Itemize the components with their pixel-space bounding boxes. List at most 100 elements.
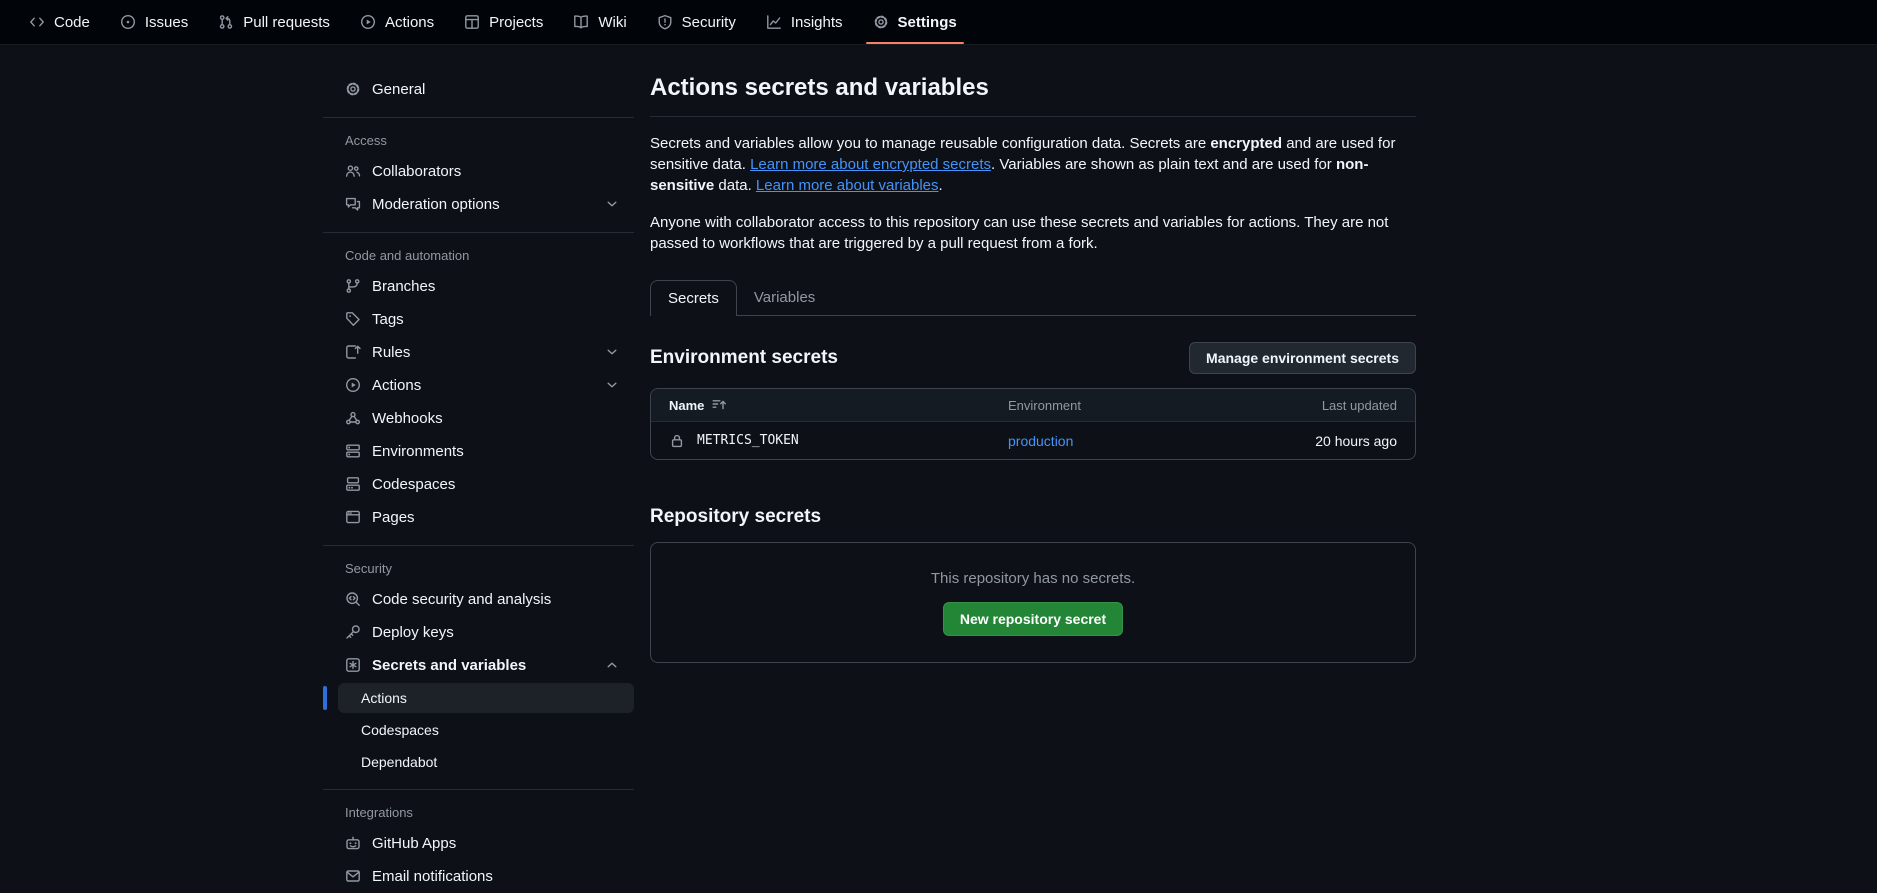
collaborator-note: Anyone with collaborator access to this … [650, 212, 1416, 254]
manage-environment-secrets-button[interactable]: Manage environment secrets [1189, 342, 1416, 374]
tab-secrets[interactable]: Secrets [650, 280, 737, 316]
intro-text: data. [714, 177, 756, 194]
sidebar-item-collaborators[interactable]: Collaborators [323, 155, 634, 187]
table-header: NameEnvironmentLast updated [651, 389, 1415, 421]
play-icon [360, 14, 376, 30]
sidebar-item-label: Codespaces [372, 476, 455, 493]
environment-link[interactable]: production [1008, 433, 1073, 449]
nav-tab-actions[interactable]: Actions [345, 0, 449, 44]
graph-icon [766, 14, 782, 30]
comment-discussion-icon [345, 196, 361, 212]
codescan-icon [345, 591, 361, 607]
sidebar-item-pages[interactable]: Pages [323, 501, 634, 533]
sidebar-item-moderation-options[interactable]: Moderation options [323, 188, 634, 220]
sidebar-subitem-actions[interactable]: Actions [338, 683, 634, 713]
webhook-icon [345, 410, 361, 426]
sidebar-item-deploy-keys[interactable]: Deploy keys [323, 616, 634, 648]
sidebar-subitem-label: Codespaces [361, 722, 439, 738]
nav-tab-label: Security [682, 14, 736, 31]
column-header-environment: Environment [1008, 398, 1322, 413]
nav-tab-label: Actions [385, 14, 434, 31]
sidebar-item-github-apps[interactable]: GitHub Apps [323, 827, 634, 859]
sidebar-item-label: Branches [372, 278, 435, 295]
sidebar-section-label: Security [323, 561, 634, 576]
sidebar-item-code-security-and-analysis[interactable]: Code security and analysis [323, 583, 634, 615]
environment-secrets-table: NameEnvironmentLast updated METRICS_TOKE… [650, 388, 1416, 460]
nav-tab-settings[interactable]: Settings [858, 0, 972, 44]
sidebar-item-label: Actions [372, 377, 421, 394]
new-repository-secret-button[interactable]: New repository secret [943, 602, 1123, 636]
nav-tab-label: Wiki [598, 14, 626, 31]
table-row: METRICS_TOKENproduction20 hours ago [651, 421, 1415, 459]
sidebar-divider [323, 545, 634, 546]
repository-secrets-header: Repository secrets [650, 506, 1416, 528]
empty-state-message: This repository has no secrets. [931, 570, 1135, 587]
sidebar-item-actions[interactable]: Actions [323, 369, 634, 401]
gear-icon [345, 81, 361, 97]
sidebar-item-secrets-and-variables[interactable]: Secrets and variables [323, 649, 634, 681]
sidebar-item-label: Environments [372, 443, 464, 460]
settings-sidebar: General Access Collaborators Moderation opt… [323, 72, 634, 893]
nav-tab-issues[interactable]: Issues [105, 0, 203, 44]
sidebar-item-label: Deploy keys [372, 624, 454, 641]
nav-tab-label: Issues [145, 14, 188, 31]
repo-tab-nav: Code Issues Pull requests Actions Projects Wi… [0, 0, 1877, 45]
nav-tab-wiki[interactable]: Wiki [558, 0, 641, 44]
settings-layout: General Access Collaborators Moderation opt… [0, 45, 1877, 893]
git-branch-icon [345, 278, 361, 294]
nav-tab-label: Pull requests [243, 14, 330, 31]
play-icon [345, 377, 361, 393]
sidebar-divider [323, 789, 634, 790]
learn-more-link[interactable]: Learn more about variables [756, 177, 939, 194]
lock-icon [669, 433, 685, 449]
server-icon [345, 443, 361, 459]
learn-more-link[interactable]: Learn more about encrypted secrets [750, 156, 991, 173]
shield-icon [657, 14, 673, 30]
sidebar-item-label: General [372, 81, 425, 98]
intro-text: . [939, 177, 943, 194]
sidebar-item-webhooks[interactable]: Webhooks [323, 402, 634, 434]
sidebar-item-label: Rules [372, 344, 410, 361]
sidebar-item-label: Code security and analysis [372, 591, 551, 608]
intro-paragraph: Secrets and variables allow you to manag… [650, 133, 1416, 196]
sidebar-item-label: Moderation options [372, 196, 500, 213]
repository-secrets-heading: Repository secrets [650, 506, 821, 528]
sidebar-item-general[interactable]: General [323, 73, 634, 105]
nav-tab-pull-requests[interactable]: Pull requests [203, 0, 345, 44]
nav-tab-label: Code [54, 14, 90, 31]
nav-tab-label: Insights [791, 14, 843, 31]
emphasis-text: encrypted [1210, 135, 1282, 152]
nav-tab-code[interactable]: Code [14, 0, 105, 44]
sidebar-item-environments[interactable]: Environments [323, 435, 634, 467]
sidebar-item-rules[interactable]: Rules [323, 336, 634, 368]
sidebar-subitem-dependabot[interactable]: Dependabot [338, 747, 634, 777]
sidebar-item-label: Email notifications [372, 868, 493, 885]
code-icon [29, 14, 45, 30]
tab-variables[interactable]: Variables [737, 280, 832, 315]
key-icon [345, 624, 361, 640]
gear-icon [873, 14, 889, 30]
tag-icon [345, 311, 361, 327]
sidebar-subitem-codespaces[interactable]: Codespaces [338, 715, 634, 745]
nav-tab-insights[interactable]: Insights [751, 0, 858, 44]
sidebar-section-label: Integrations [323, 805, 634, 820]
sidebar-item-label: Secrets and variables [372, 657, 526, 674]
column-header-name[interactable]: Name [669, 397, 1008, 413]
sidebar-item-codespaces[interactable]: Codespaces [323, 468, 634, 500]
sidebar-item-label: Webhooks [372, 410, 443, 427]
sidebar-item-tags[interactable]: Tags [323, 303, 634, 335]
nav-tab-label: Settings [898, 14, 957, 31]
nav-tab-security[interactable]: Security [642, 0, 751, 44]
sidebar-section-label: Access [323, 133, 634, 148]
nav-tab-projects[interactable]: Projects [449, 0, 558, 44]
sidebar-divider [323, 117, 634, 118]
sidebar-item-email-notifications[interactable]: Email notifications [323, 860, 634, 892]
last-updated-value: 20 hours ago [1315, 433, 1397, 449]
sidebar-divider [323, 232, 634, 233]
sidebar-item-label: Collaborators [372, 163, 461, 180]
codespaces-icon [345, 476, 361, 492]
project-icon [464, 14, 480, 30]
sidebar-item-branches[interactable]: Branches [323, 270, 634, 302]
chevron-down-icon [604, 377, 620, 393]
column-header-name-label: Name [669, 398, 704, 413]
